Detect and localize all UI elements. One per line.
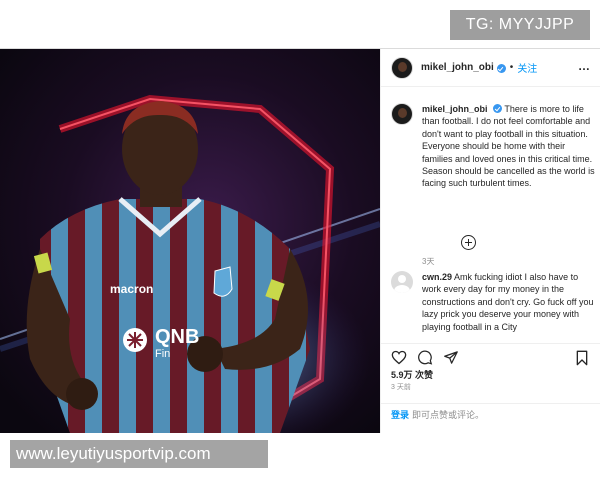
- caption-verified-badge-icon: [493, 104, 503, 113]
- like-count[interactable]: 5.9万 次赞: [391, 368, 433, 381]
- caption-body: mikel_john_obi There is more to life tha…: [422, 103, 596, 190]
- login-prompt: 登录 即可点赞或评论。: [381, 403, 600, 433]
- more-options-icon[interactable]: …: [578, 60, 591, 72]
- comment-bubble-icon[interactable]: [417, 350, 433, 365]
- club-crest-icon: [213, 266, 233, 297]
- caption-timestamp: 3天: [422, 257, 435, 266]
- instagram-post: macron QNB Fin mikel_john_obi • 关注 … mik…: [0, 48, 600, 433]
- author-username[interactable]: mikel_john_obi: [421, 62, 494, 73]
- caption-username[interactable]: mikel_john_obi: [422, 104, 488, 114]
- load-more-comments-icon[interactable]: [461, 235, 476, 250]
- caption-avatar[interactable]: [391, 103, 413, 125]
- follow-button[interactable]: 关注: [517, 60, 537, 75]
- post-actions: [381, 343, 600, 371]
- save-bookmark-icon[interactable]: [575, 350, 589, 366]
- comment-body: cwn.29 Amk fucking idiot I also have to …: [422, 271, 596, 339]
- login-prompt-text: 即可点赞或评论。: [412, 410, 485, 420]
- comment-item: cwn.29 Amk fucking idiot I also have to …: [391, 271, 596, 339]
- login-link[interactable]: 登录: [391, 410, 409, 420]
- share-direct-icon[interactable]: [443, 350, 459, 365]
- post-side-panel: mikel_john_obi • 关注 … mikel_john_obi The…: [380, 49, 600, 433]
- author-avatar[interactable]: [391, 56, 413, 79]
- commenter-username[interactable]: cwn.29: [422, 272, 452, 282]
- post-caption: mikel_john_obi There is more to life tha…: [391, 103, 596, 190]
- watermark-telegram: TG: MYYJJPP: [450, 10, 590, 40]
- sponsor-main-label: QNB: [155, 326, 199, 348]
- post-date: 3 天前: [391, 384, 411, 391]
- like-heart-icon[interactable]: [391, 350, 407, 365]
- post-header: mikel_john_obi • 关注 …: [381, 49, 600, 87]
- commenter-avatar[interactable]: [391, 271, 413, 293]
- footballer-photo: macron QNB Fin: [0, 49, 380, 433]
- watermark-url: www.leyutiyusportvip.com: [10, 440, 268, 468]
- caption-text: There is more to life than football. I d…: [422, 104, 595, 189]
- header-separator: •: [509, 62, 514, 73]
- sponsor-sub-label: Fin: [155, 348, 170, 360]
- verified-badge-icon: [496, 64, 506, 73]
- jersey-brand-label: macron: [110, 282, 153, 296]
- post-image[interactable]: macron QNB Fin: [0, 49, 380, 433]
